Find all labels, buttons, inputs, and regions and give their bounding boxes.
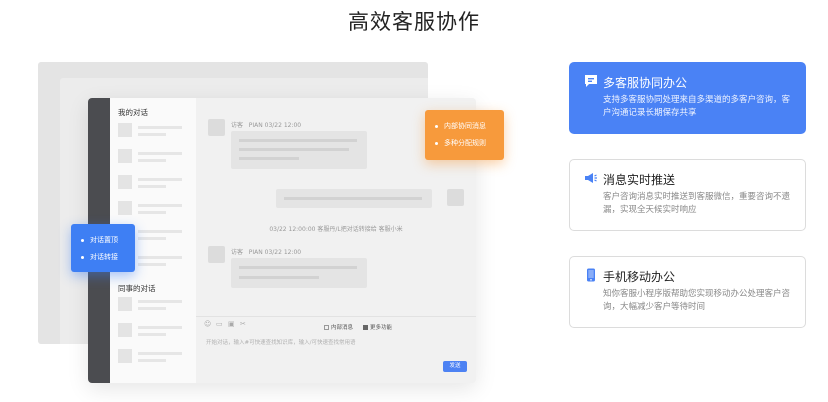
my-conversations-heading: 我的对话: [118, 108, 148, 117]
popup-item: 多种分配规则: [435, 135, 494, 152]
internal-message-checkbox[interactable]: 内部消息: [324, 323, 353, 331]
folder-icon[interactable]: ▭: [216, 320, 223, 328]
feature-title: 多客服协同办公: [603, 76, 688, 90]
avatar: [118, 201, 132, 215]
popup-item: 对话转接: [81, 249, 125, 266]
list-item[interactable]: [118, 175, 192, 191]
list-item[interactable]: [118, 297, 192, 313]
visitor-avatar: [208, 246, 225, 263]
avatar: [118, 123, 132, 137]
feature-title: 手机移动办公: [603, 270, 676, 284]
page-title: 高效客服协作: [348, 10, 480, 34]
list-item[interactable]: [118, 149, 192, 165]
avatar: [118, 297, 132, 311]
feature-description: 客户咨询消息实时推送到客服微信，重要咨询不遗漏，实现全天候实时响应: [603, 192, 791, 215]
megaphone-icon: [585, 173, 597, 183]
collaboration-popup: 内部协同消息 多种分配规则: [425, 110, 504, 160]
feature-card-realtime-push[interactable]: 消息实时推送 客户咨询消息实时推送到客服微信，重要咨询不遗漏，实现全天候实时响应: [569, 159, 806, 231]
send-button[interactable]: 发送: [443, 361, 467, 372]
list-item[interactable]: [118, 123, 192, 139]
avatar: [118, 323, 132, 337]
mobile-phone-icon: [587, 268, 595, 282]
list-item[interactable]: [118, 323, 192, 339]
feature-card-multi-agent[interactable]: 多客服协同办公 支持多客服协同处理来自多渠道的多客户咨询，客户沟通记录长期保存共…: [569, 62, 806, 134]
feature-title: 消息实时推送: [603, 173, 676, 187]
reply-bubble: [276, 189, 432, 208]
message-bubble: [231, 258, 367, 288]
chat-bubble-icon: [585, 75, 597, 87]
emoji-icon[interactable]: ☺: [204, 320, 211, 328]
message-input[interactable]: 开始对话，输入#可快速查找知识库，输入/可快速查找常用语: [206, 338, 355, 346]
visitor-avatar: [208, 119, 225, 136]
feature-card-mobile-office[interactable]: 手机移动办公 知你客服小程序版帮助您实现移动办公处理客户咨询，大幅减少客户等待时…: [569, 256, 806, 328]
popup-item: 内部协同消息: [435, 118, 494, 135]
message-bubble: [231, 131, 367, 169]
conversation-actions-popup: 对话置顶 对话转接: [71, 224, 135, 272]
feature-description: 知你客服小程序版帮助您实现移动办公处理客户咨询，大幅减少客户等待时间: [603, 289, 791, 312]
composer-divider: [196, 316, 476, 317]
image-icon[interactable]: ▣: [228, 320, 235, 328]
avatar: [118, 175, 132, 189]
more-features-toggle[interactable]: 更多功能: [363, 323, 392, 331]
popup-item: 对话置顶: [81, 232, 125, 249]
avatar: [118, 349, 132, 363]
chat-window-illustration: 我的对话 同事的对话 访客 PIAN 03/22 12:00 03/22 12:…: [88, 98, 476, 383]
feature-description: 支持多客服协同处理来自多渠道的多客户咨询，客户沟通记录长期保存共享: [603, 95, 791, 118]
agent-avatar: [447, 189, 464, 206]
message-meta: 访客 PIAN 03/22 12:00: [231, 122, 302, 129]
list-item[interactable]: [118, 201, 192, 217]
message-meta: 访客 PIAN 03/22 12:00: [231, 249, 302, 256]
transfer-notice: 03/22 12:00:00 客服丹/L把对话转接给 客服小米: [269, 226, 403, 233]
cut-icon[interactable]: ✂: [240, 320, 246, 328]
avatar: [118, 149, 132, 163]
list-item[interactable]: [118, 349, 192, 365]
colleague-conversations-heading: 同事的对话: [118, 284, 156, 293]
